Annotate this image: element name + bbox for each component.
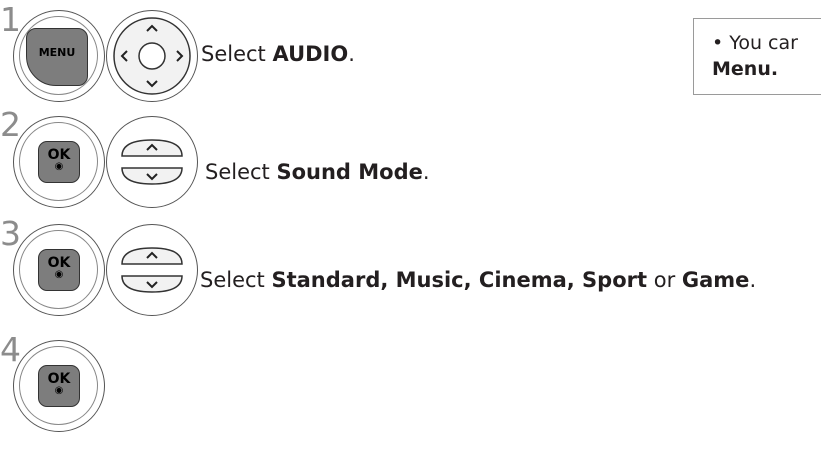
dpad-illustration	[106, 10, 198, 102]
ok-button-illustration: OK ◉	[13, 224, 105, 316]
ok-key-label: OK	[47, 371, 71, 387]
ok-button-illustration: OK ◉	[13, 340, 105, 432]
menu-key: MENU	[26, 28, 88, 86]
instruction-text: Select	[200, 268, 272, 292]
step-number: 2	[0, 105, 21, 144]
step-3-instruction: Select Standard, Music, Cinema, Sport or…	[200, 268, 756, 292]
instruction-punct: .	[348, 42, 355, 66]
sound-mode-options: Standard, Music, Cinema, Sport	[271, 268, 648, 292]
instruction-punct: .	[749, 268, 757, 292]
ok-key-label: OK	[47, 147, 71, 163]
ok-key-label: OK	[47, 255, 71, 271]
ok-dot-icon: ◉	[54, 161, 64, 172]
instruction-text: or	[647, 268, 682, 292]
step-number: 3	[0, 214, 21, 253]
menu-button-illustration: MENU	[13, 10, 105, 102]
updown-illustration	[106, 116, 198, 208]
up-down-arrows-icon	[120, 138, 183, 185]
instruction-text: Select	[201, 42, 273, 66]
note-box: • You car Menu.	[693, 18, 821, 95]
step-number: 1	[0, 0, 21, 39]
step-1-instruction: Select AUDIO.	[201, 42, 355, 66]
note-line-1: • You car	[712, 32, 798, 54]
ok-key: OK ◉	[38, 141, 80, 183]
navigation-dpad-icon	[112, 16, 191, 95]
up-down-arrows-icon	[120, 246, 183, 293]
step-number: 4	[0, 330, 21, 369]
menu-option-audio: AUDIO	[272, 42, 349, 66]
ok-button-illustration: OK ◉	[13, 116, 105, 208]
step-2-instruction: Select Sound Mode.	[205, 160, 430, 184]
instruction-text: Select	[205, 160, 277, 184]
ok-dot-icon: ◉	[54, 269, 64, 280]
updown-illustration	[106, 224, 198, 316]
menu-option-sound-mode: Sound Mode	[276, 160, 423, 184]
ok-key: OK ◉	[38, 365, 80, 407]
ok-dot-icon: ◉	[54, 385, 64, 396]
sound-mode-option-game: Game	[681, 268, 750, 292]
note-line-2: Menu.	[712, 58, 779, 80]
ok-key: OK ◉	[38, 249, 80, 291]
instruction-punct: .	[422, 160, 430, 184]
